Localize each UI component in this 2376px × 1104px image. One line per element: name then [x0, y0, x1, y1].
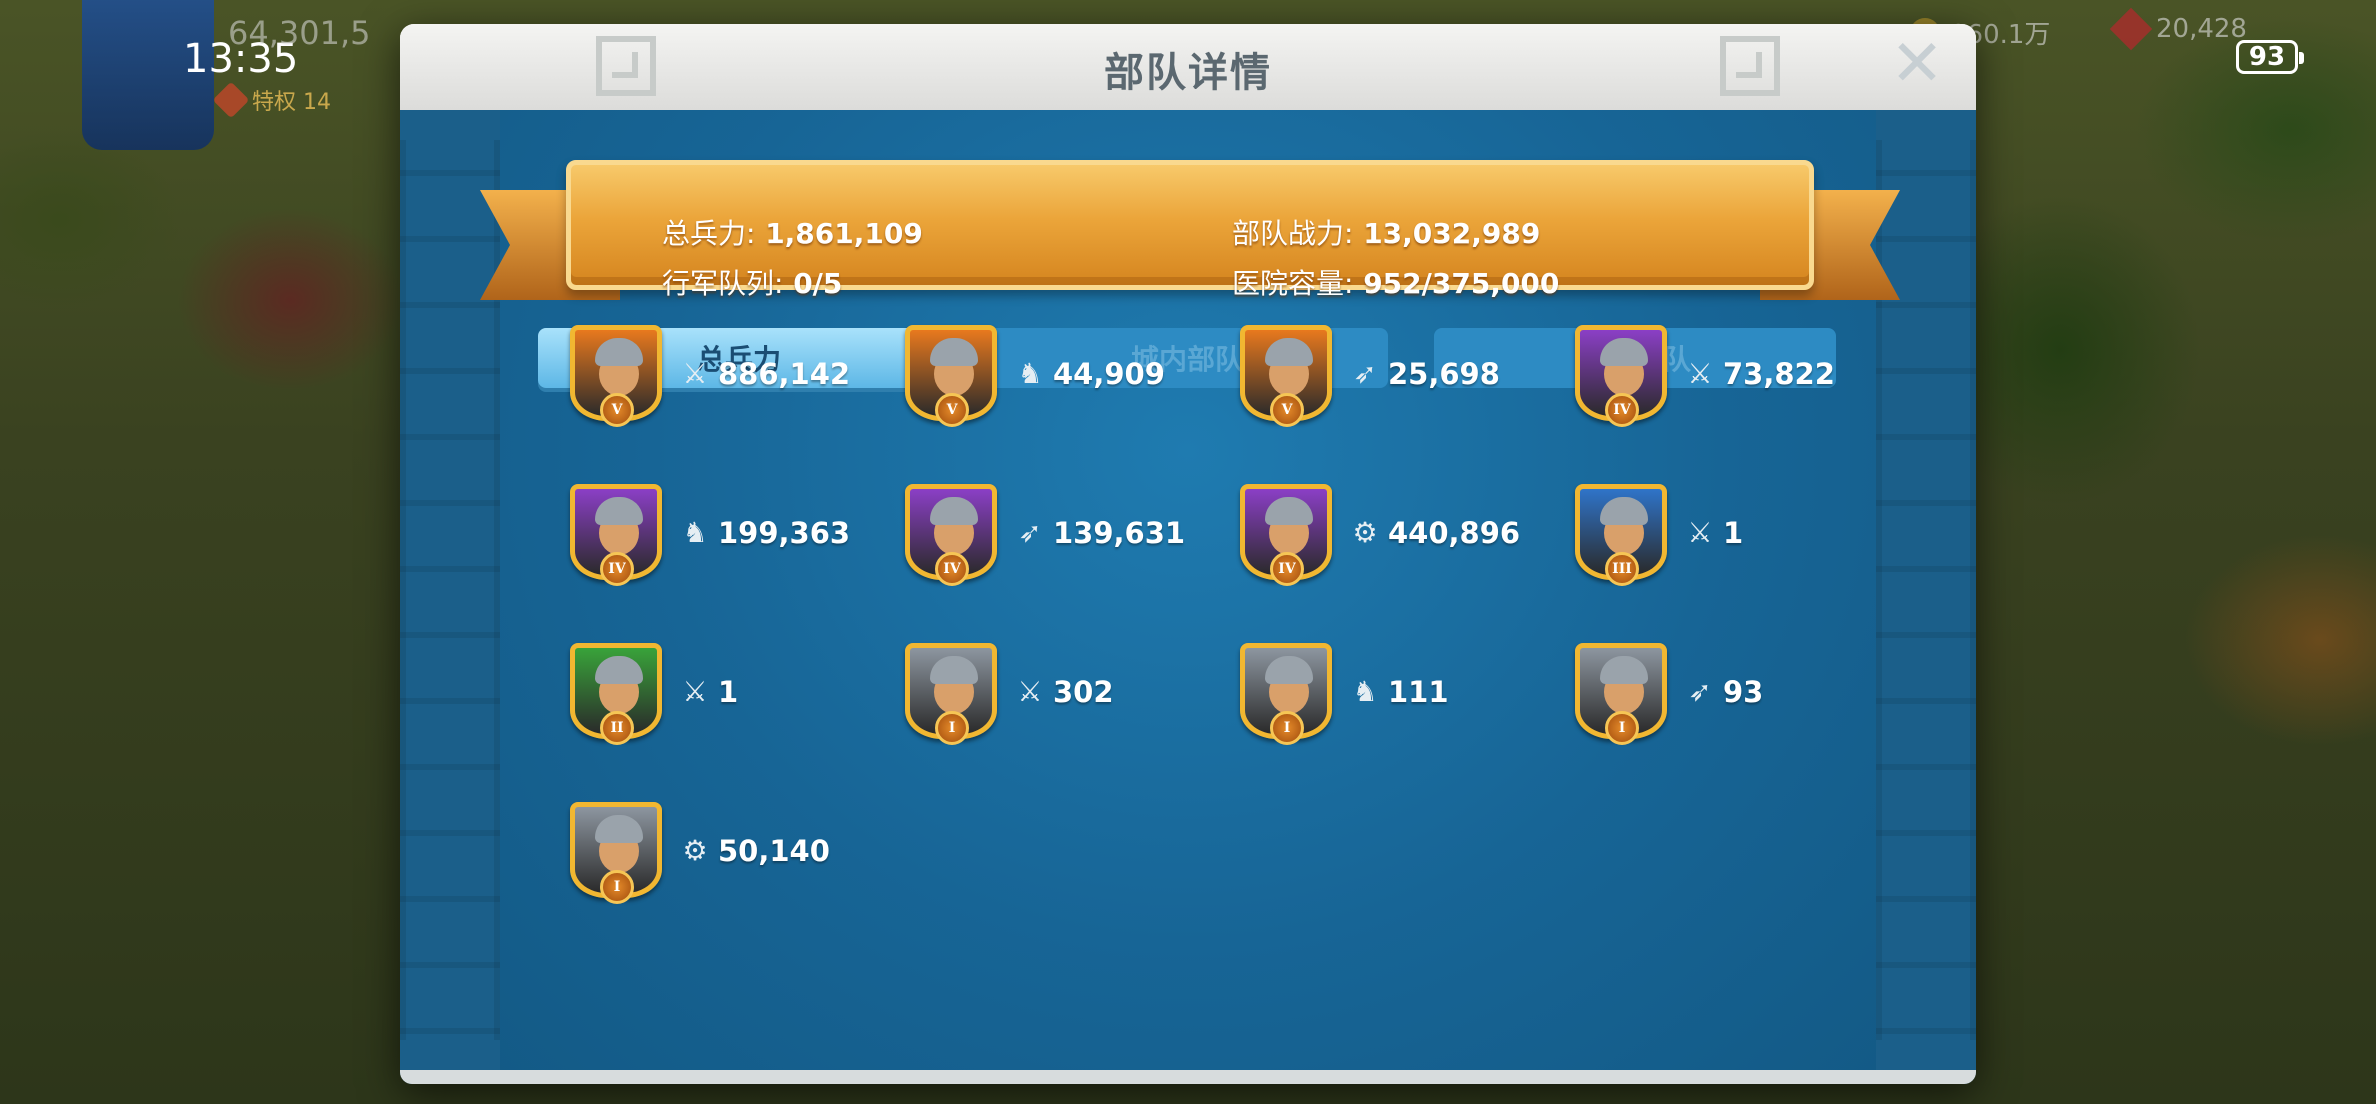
total-troops-value: 1,861,109 [765, 217, 923, 250]
troop-entry[interactable]: V ➶ 25,698 [1240, 325, 1560, 435]
helmet-icon [1600, 338, 1648, 366]
troop-count: 73,822 [1723, 357, 1835, 391]
troop-count: 25,698 [1388, 357, 1500, 391]
troop-count: 44,909 [1053, 357, 1165, 391]
troop-entry[interactable]: I ⚙ 50,140 [570, 802, 890, 912]
siege-icon: ⚙ [1352, 516, 1378, 549]
troop-count: 1 [1723, 516, 1744, 550]
hud-power: 64,301,5 [228, 14, 371, 52]
helmet-icon [595, 656, 643, 684]
troop-entry[interactable]: IV ♞ 199,363 [570, 484, 890, 594]
tier-badge: I [600, 870, 634, 904]
bow-icon: ➶ [1018, 516, 1042, 549]
helmet-icon [595, 815, 643, 843]
troop-count: 199,363 [718, 516, 851, 550]
total-troops-stat: 总兵力: 1,861,109 [662, 212, 923, 252]
close-button[interactable]: ✕ [1886, 32, 1948, 98]
troop-power-label: 部队战力: [1232, 217, 1354, 250]
sword-icon: ⚔ [682, 675, 708, 708]
march-queue-value: 0/5 [793, 267, 843, 300]
close-icon: ✕ [1890, 27, 1944, 101]
helmet-icon [1265, 497, 1313, 525]
helmet-icon [1265, 656, 1313, 684]
horse-icon: ♞ [1017, 357, 1043, 390]
troop-entry[interactable]: I ⚔ 302 [905, 643, 1225, 753]
horse-icon: ♞ [1352, 675, 1378, 708]
troop-count: 93 [1723, 675, 1764, 709]
troop-details-dialog: 部队详情 ✕ 总兵力: 1,861,109 行军队列: 0/5 部队战力: 13… [400, 24, 1976, 1084]
march-queue-stat: 行军队列: 0/5 [662, 262, 842, 302]
bow-icon: ➶ [1688, 675, 1712, 708]
helmet-icon [930, 497, 978, 525]
helmet-icon [1600, 497, 1648, 525]
hospital-capacity-label: 医院容量: [1232, 267, 1354, 300]
bow-icon: ➶ [1353, 357, 1377, 390]
sword-icon: ⚔ [682, 357, 708, 390]
tier-badge: V [1270, 393, 1304, 427]
troop-count: 50,140 [718, 834, 830, 868]
total-troops-label: 总兵力: [662, 217, 756, 250]
dialog-header: 部队详情 ✕ [400, 24, 1976, 113]
dialog-body: 总兵力: 1,861,109 行军队列: 0/5 部队战力: 13,032,98… [400, 110, 1976, 1084]
tier-badge: IV [935, 552, 969, 586]
vip-label: 特权 14 [252, 90, 331, 115]
march-queue-label: 行军队列: [662, 267, 784, 300]
troop-power-stat: 部队战力: 13,032,989 [1232, 212, 1540, 252]
siege-icon: ⚙ [682, 834, 708, 867]
helmet-icon [595, 497, 643, 525]
dialog-bottom-edge [400, 1070, 1976, 1084]
vip-gem-icon [212, 81, 250, 119]
troop-count: 111 [1388, 675, 1449, 709]
helmet-icon [595, 338, 643, 366]
tier-badge: II [600, 711, 634, 745]
troop-entry[interactable]: IV ⚔ 73,822 [1575, 325, 1895, 435]
tier-badge: I [935, 711, 969, 745]
helmet-icon [1600, 656, 1648, 684]
troop-power-value: 13,032,989 [1363, 217, 1541, 250]
sword-icon: ⚔ [1687, 357, 1713, 390]
sword-icon: ⚔ [1017, 675, 1043, 708]
battery-indicator: 93 [2236, 40, 2304, 74]
summary-banner: 总兵力: 1,861,109 行军队列: 0/5 部队战力: 13,032,98… [480, 150, 1900, 310]
troop-count: 1 [718, 675, 739, 709]
tier-badge: V [935, 393, 969, 427]
gem-icon [2109, 7, 2153, 51]
troop-count: 302 [1053, 675, 1114, 709]
tier-badge: IV [600, 552, 634, 586]
hospital-capacity-value: 952/375,000 [1363, 267, 1560, 300]
helmet-icon [930, 338, 978, 366]
troop-count: 440,896 [1388, 516, 1521, 550]
tier-badge: IV [1605, 393, 1639, 427]
helmet-icon [930, 656, 978, 684]
troop-entry[interactable]: V ⚔ 886,142 [570, 325, 890, 435]
tier-badge: I [1605, 711, 1639, 745]
troop-entry[interactable]: IV ⚙ 440,896 [1240, 484, 1560, 594]
troop-entry[interactable]: V ♞ 44,909 [905, 325, 1225, 435]
troop-entry[interactable]: III ⚔ 1 [1575, 484, 1895, 594]
troop-entry[interactable]: II ⚔ 1 [570, 643, 890, 753]
horse-icon: ♞ [682, 516, 708, 549]
hospital-capacity-stat: 医院容量: 952/375,000 [1232, 262, 1559, 302]
tier-badge: V [600, 393, 634, 427]
troop-entry[interactable]: I ♞ 111 [1240, 643, 1560, 753]
vip-badge[interactable]: 特权 14 [212, 80, 358, 120]
troop-entry[interactable]: IV ➶ 139,631 [905, 484, 1225, 594]
resource-gems[interactable]: 20,428 [2109, 7, 2247, 51]
tier-badge: IV [1270, 552, 1304, 586]
troop-count: 886,142 [718, 357, 851, 391]
troop-count: 139,631 [1053, 516, 1186, 550]
tier-badge: III [1605, 552, 1639, 586]
helmet-icon [1265, 338, 1313, 366]
resource-gems-value: 20,428 [2156, 14, 2247, 44]
sword-icon: ⚔ [1687, 516, 1713, 549]
troop-entry[interactable]: I ➶ 93 [1575, 643, 1895, 753]
tier-badge: I [1270, 711, 1304, 745]
meander-ornament-icon [1720, 36, 1780, 96]
